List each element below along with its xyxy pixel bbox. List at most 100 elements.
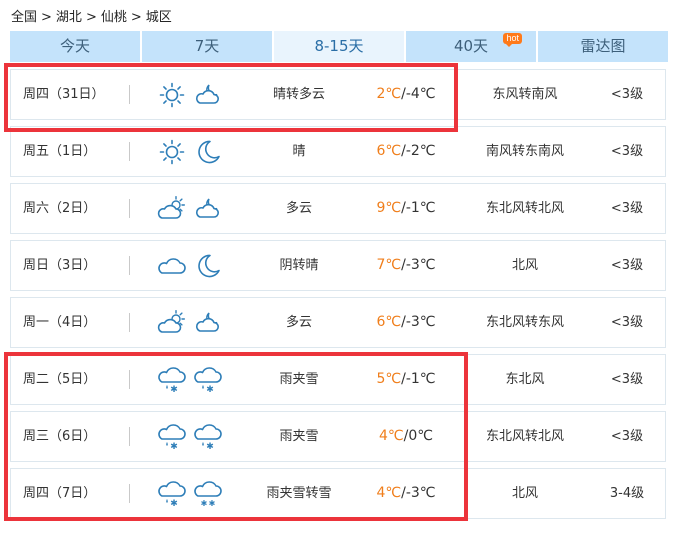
sun-icon [157,80,187,110]
low-temp: -1℃ [405,200,436,216]
forecast-row: 周一（4日） 多云 6℃/-3℃ 东北风转东风 <3级 [10,297,666,348]
day-label: 周一（4日） [23,315,97,330]
day-label: 周四（31日） [23,87,105,102]
forecast-tabs: 今天 7天 8-15天 40天 hot 雷达图 [10,31,668,62]
sleet-icon: ✱ [157,479,187,509]
breadcrumb-separator: > [130,10,142,25]
forecast-row: 周六（2日） 多云 9℃/-1℃ 东北风转北风 <3级 [10,183,666,234]
cloudy-night-icon [193,194,223,224]
wind-level: <3级 [610,144,644,159]
divider [129,370,130,389]
day-label: 周三（6日） [23,429,97,444]
high-temp: 4℃ [376,485,402,501]
divider [129,199,130,218]
divider [129,313,130,332]
temperature: 4℃/0℃ [356,412,456,461]
high-temp: 5℃ [376,371,402,387]
overcast-icon [157,251,187,281]
cloudy-night-icon [193,80,223,110]
day-label: 周日（3日） [23,258,97,273]
svg-text:✱: ✱ [209,499,216,508]
sleet-icon: ✱ [193,422,223,452]
forecast-row: 周二（5日） ✱ ✱ 雨夹雪 5℃/-1℃ 东北风 <3级 [10,354,666,405]
wind-level: <3级 [610,201,644,216]
weather-condition: 多云 [285,201,312,216]
tab-7-days[interactable]: 7天 [142,31,272,62]
low-temp: -4℃ [405,86,436,102]
temperature: 2℃/-4℃ [356,70,456,119]
snow-icon: ✱ ✱ [193,479,223,509]
weather-condition: 雨夹雪 [279,429,319,444]
weather-condition: 雨夹雪 [279,372,319,387]
tab-40-days[interactable]: 40天 hot [406,31,536,62]
temperature: 9℃/-1℃ [356,184,456,233]
breadcrumb-link-province[interactable]: 湖北 [56,10,82,25]
breadcrumb: 全国 > 湖北 > 仙桃 > 城区 [11,7,172,29]
weather-condition: 晴 [292,144,306,159]
sleet-icon: ✱ [157,422,187,452]
tab-label: 40天 [453,37,489,55]
hot-badge: hot [503,33,522,47]
wind-level: <3级 [610,87,644,102]
wind-direction: 东北风转东风 [485,315,564,330]
temperature: 4℃/-3℃ [356,469,456,518]
high-temp: 4℃ [379,428,404,444]
low-temp: -3℃ [405,257,436,273]
low-temp: -3℃ [405,485,436,501]
high-temp: 7℃ [376,257,402,273]
wind-level: <3级 [610,429,644,444]
breadcrumb-separator: > [41,10,52,25]
breadcrumb-current-district: 城区 [145,10,172,25]
moon-icon [193,251,223,281]
weather-condition: 多云 [285,315,312,330]
temperature: 6℃/-2℃ [356,127,456,176]
svg-text:✱: ✱ [206,385,214,395]
divider [129,427,130,446]
svg-text:✱: ✱ [201,499,208,508]
tab-radar[interactable]: 雷达图 [538,31,668,62]
breadcrumb-link-country[interactable]: 全国 [11,10,37,25]
temperature: 5℃/-1℃ [356,355,456,404]
svg-text:✱: ✱ [170,499,178,509]
high-temp: 6℃ [376,314,402,330]
low-temp: 0℃ [408,428,433,444]
breadcrumb-link-city[interactable]: 仙桃 [101,10,127,25]
divider [129,85,130,104]
sleet-icon: ✱ [193,365,223,395]
sleet-icon: ✱ [157,365,187,395]
divider [129,142,130,161]
high-temp: 6℃ [376,143,402,159]
sun-icon [157,137,187,167]
wind-direction: 东风转南风 [492,87,558,102]
svg-text:✱: ✱ [170,442,178,452]
moon-icon [193,137,223,167]
temperature: 7℃/-3℃ [356,241,456,290]
low-temp: -3℃ [405,314,436,330]
wind-direction: 东北风转北风 [485,201,564,216]
day-label: 周五（1日） [23,144,97,159]
svg-text:✱: ✱ [206,442,214,452]
wind-level: 3-4级 [609,486,645,501]
temperature: 6℃/-3℃ [356,298,456,347]
wind-level: <3级 [610,258,644,273]
wind-level: <3级 [610,315,644,330]
partly-cloudy-icon [157,308,187,338]
day-label: 周二（5日） [23,372,97,387]
tab-label: 雷达图 [580,37,626,55]
weather-condition: 晴转多云 [272,87,325,102]
day-label: 周四（7日） [23,486,97,501]
weather-condition: 雨夹雪转雪 [266,486,332,501]
wind-direction: 东北风转北风 [485,429,564,444]
wind-direction: 东北风 [505,372,545,387]
tab-label: 今天 [59,37,90,55]
low-temp: -2℃ [405,143,436,159]
forecast-row: 周五（1日） 晴 6℃/-2℃ 南风转东南风 <3级 [10,126,666,177]
wind-direction: 北风 [511,486,538,501]
divider [129,256,130,275]
high-temp: 9℃ [376,200,402,216]
tab-8-15-days[interactable]: 8-15天 [274,31,404,62]
forecast-row: 周日（3日） 阴转晴 7℃/-3℃ 北风 <3级 [10,240,666,291]
divider [129,484,130,503]
wind-direction: 南风转东南风 [485,144,564,159]
tab-today[interactable]: 今天 [10,31,140,62]
